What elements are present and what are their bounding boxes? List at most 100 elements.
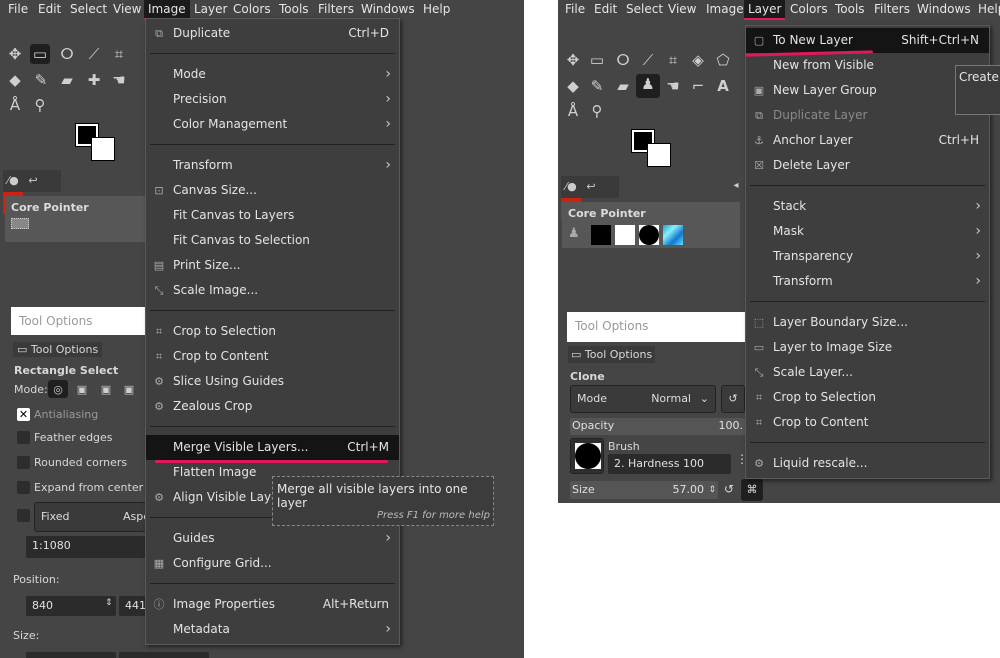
menu-item-new-from-visible[interactable]: New from Visible bbox=[746, 53, 989, 78]
menu-item-fit-canvas-to-layers[interactable]: Fit Canvas to Layers bbox=[146, 203, 399, 228]
menu-edit[interactable]: Edit bbox=[34, 0, 65, 20]
menu-item-crop-to-selection[interactable]: ⌗ Crop to Selection bbox=[746, 385, 989, 410]
menu-item-layer-to-image-size[interactable]: ▭ Layer to Image Size bbox=[746, 335, 989, 360]
menu-item-transform[interactable]: Transform › bbox=[146, 153, 399, 178]
menu-item-print-size[interactable]: ▤ Print Size... bbox=[146, 253, 399, 278]
menu-colors[interactable]: Colors bbox=[229, 0, 275, 20]
menu-windows[interactable]: Windows bbox=[357, 0, 419, 20]
menu-image[interactable]: Image bbox=[702, 0, 748, 20]
path-tool-icon[interactable]: Å bbox=[5, 95, 25, 115]
menu-item-to-new-layer[interactable]: ▢ To New Layer Shift+Ctrl+N bbox=[746, 28, 989, 53]
move-tool-icon[interactable]: ✥ bbox=[563, 50, 583, 70]
undo-history-tab-icon[interactable]: ↩ bbox=[23, 170, 43, 192]
heal-tool-icon[interactable]: ✚ bbox=[84, 70, 104, 90]
pattern-swatch[interactable] bbox=[663, 225, 683, 245]
background-color[interactable] bbox=[91, 137, 115, 161]
rect-select-tool-icon[interactable]: ▭ bbox=[587, 50, 607, 70]
checkbox-antialiasing[interactable]: ✕ bbox=[17, 408, 30, 421]
pencil-tool-icon[interactable]: ✎ bbox=[587, 76, 607, 96]
move-tool-icon[interactable]: ✥ bbox=[5, 44, 25, 64]
crop-tool-icon[interactable]: ⌗ bbox=[663, 50, 683, 70]
bucket-fill-tool-icon[interactable]: ◆ bbox=[563, 76, 583, 96]
menu-item-transform[interactable]: Transform › bbox=[746, 269, 989, 294]
size-h-field[interactable] bbox=[119, 652, 209, 658]
tool-options-tab[interactable]: ▭ Tool Options bbox=[568, 346, 656, 363]
menu-item-crop-to-content[interactable]: ⌗ Crop to Content bbox=[746, 410, 989, 435]
menu-view[interactable]: View bbox=[109, 0, 145, 20]
transform-tool-icon[interactable]: ◈ bbox=[688, 50, 708, 70]
reset-mode-icon[interactable]: ↺ bbox=[721, 385, 745, 413]
cage-tool-icon[interactable]: ⬠ bbox=[713, 50, 733, 70]
rect-select-tool-icon[interactable]: ▭ bbox=[30, 44, 50, 64]
menu-tools[interactable]: Tools bbox=[275, 0, 313, 20]
menu-item-transparency[interactable]: Transparency › bbox=[746, 244, 989, 269]
mode-intersect-icon[interactable]: ▣ bbox=[119, 380, 139, 400]
bucket-fill-tool-icon[interactable]: ◆ bbox=[5, 70, 25, 90]
menu-item-stack[interactable]: Stack › bbox=[746, 194, 989, 219]
ratio-field[interactable]: 1:1080 bbox=[26, 536, 146, 558]
menu-image[interactable]: Image bbox=[144, 0, 190, 20]
menu-item-duplicate[interactable]: ⧉ Duplicate Ctrl+D bbox=[146, 21, 399, 46]
size-w-field[interactable] bbox=[26, 652, 116, 658]
menu-item-image-properties[interactable]: ⓘ Image Properties Alt+Return bbox=[146, 592, 399, 617]
menu-layer[interactable]: Layer bbox=[190, 0, 231, 20]
measure-tool-icon[interactable]: Å bbox=[563, 101, 583, 121]
link-icon[interactable]: ⌘ bbox=[741, 479, 763, 501]
device-status-tab-icon[interactable]: ⁄● bbox=[3, 170, 23, 192]
menu-item-scale-layer[interactable]: ⤡ Scale Layer... bbox=[746, 360, 989, 385]
pencil-tool-icon[interactable]: ✎ bbox=[31, 70, 51, 90]
mode-replace-icon[interactable]: ◎ bbox=[48, 380, 68, 398]
menu-item-scale-image[interactable]: ⤡ Scale Image... bbox=[146, 278, 399, 303]
lasso-tool-icon[interactable]: ⵔ bbox=[613, 50, 633, 70]
mode-add-icon[interactable]: ▣ bbox=[72, 380, 92, 400]
menu-help[interactable]: Help bbox=[974, 0, 1000, 20]
mode-subtract-icon[interactable]: ▣ bbox=[96, 380, 116, 400]
spin-icon[interactable]: ⇕ bbox=[105, 598, 113, 608]
tool-options-tab[interactable]: ▭ Tool Options bbox=[13, 342, 103, 357]
menu-select[interactable]: Select bbox=[66, 0, 111, 20]
text-tool-icon[interactable]: A bbox=[713, 76, 733, 96]
clone-tool-icon[interactable]: ♟ bbox=[636, 74, 660, 98]
menu-view[interactable]: View bbox=[664, 0, 700, 20]
fuzzy-select-tool-icon[interactable]: ⟋ bbox=[638, 50, 658, 70]
menu-item-canvas-size[interactable]: ⊡ Canvas Size... bbox=[146, 178, 399, 203]
menu-item-precision[interactable]: Precision › bbox=[146, 87, 399, 112]
dock-menu-icon[interactable]: ◂ bbox=[726, 176, 746, 196]
fixed-checkbox[interactable] bbox=[17, 509, 30, 522]
opacity-slider[interactable]: Opacity 100. bbox=[570, 418, 745, 435]
device-status-tab-icon[interactable]: ⁄● bbox=[561, 176, 581, 198]
menu-item-anchor-layer[interactable]: ⚓ Anchor Layer Ctrl+H bbox=[746, 128, 989, 153]
menu-item-mode[interactable]: Mode › bbox=[146, 62, 399, 87]
menu-item-new-layer-group[interactable]: ▣ New Layer Group bbox=[746, 78, 989, 103]
mode-dropdown[interactable]: Mode Normal ⌄ bbox=[570, 385, 716, 413]
fg-swatch[interactable] bbox=[591, 225, 611, 245]
menu-file[interactable]: File bbox=[561, 0, 589, 20]
bg-swatch[interactable] bbox=[615, 225, 635, 245]
brush-name-field[interactable]: 2. Hardness 100 bbox=[608, 454, 731, 474]
smudge-tool-icon[interactable]: ☚ bbox=[663, 76, 683, 96]
menu-item-mask[interactable]: Mask › bbox=[746, 219, 989, 244]
menu-filters[interactable]: Filters bbox=[314, 0, 358, 20]
menu-file[interactable]: File bbox=[4, 0, 32, 20]
menu-item-crop-to-content[interactable]: ⌗ Crop to Content bbox=[146, 344, 399, 369]
paths-tool-icon[interactable]: ⌐ bbox=[688, 76, 708, 96]
menu-item-metadata[interactable]: Metadata › bbox=[146, 617, 399, 642]
zoom-tool-icon[interactable]: ⚲ bbox=[30, 95, 50, 115]
background-color[interactable] bbox=[647, 143, 671, 167]
fixed-dropdown[interactable]: FixedAspect ratio bbox=[34, 502, 160, 551]
menu-layer[interactable]: Layer bbox=[744, 0, 786, 20]
menu-windows[interactable]: Windows bbox=[913, 0, 975, 20]
menu-filters[interactable]: Filters bbox=[870, 0, 914, 20]
checkbox-rounded-corners[interactable] bbox=[17, 456, 30, 469]
smudge-tool-icon[interactable]: ☚ bbox=[109, 70, 129, 90]
undo-history-tab-icon[interactable]: ↩ bbox=[581, 176, 601, 198]
eraser-tool-icon[interactable]: ▰ bbox=[57, 70, 77, 90]
checkbox-feather-edges[interactable] bbox=[17, 431, 30, 444]
position-x-field[interactable]: 840 bbox=[26, 596, 116, 616]
menu-item-crop-to-selection[interactable]: ⌗ Crop to Selection bbox=[146, 319, 399, 344]
menu-colors[interactable]: Colors bbox=[786, 0, 832, 20]
menu-item-configure-grid[interactable]: ▦ Configure Grid... bbox=[146, 551, 399, 576]
menu-item-slice-using-guides[interactable]: ⚙ Slice Using Guides bbox=[146, 369, 399, 394]
menu-edit[interactable]: Edit bbox=[590, 0, 621, 20]
menu-item-layer-boundary-size[interactable]: ⬚ Layer Boundary Size... bbox=[746, 310, 989, 335]
